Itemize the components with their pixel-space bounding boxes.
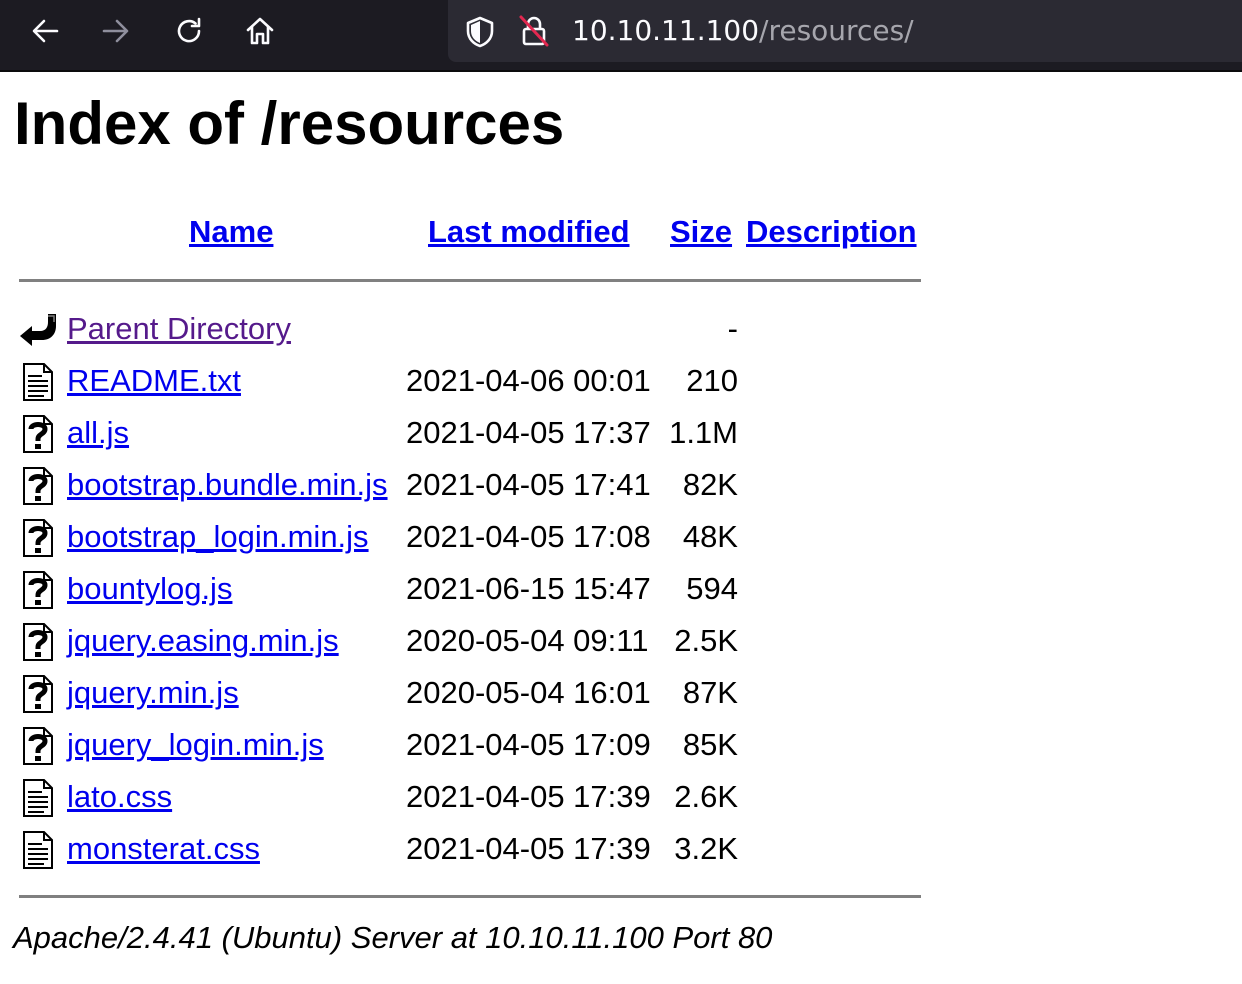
parent-directory-link[interactable]: Parent Directory — [67, 306, 291, 352]
text-file-icon — [23, 831, 53, 869]
sort-by-name-link[interactable]: Name — [189, 214, 273, 250]
file-link[interactable]: bootstrap.bundle.min.js — [67, 462, 388, 508]
file-size: 82K — [682, 467, 738, 502]
file-size: 87K — [682, 675, 738, 710]
file-row: bountylog.js 2021-06-15 15:47 594 — [0, 566, 760, 616]
url-text[interactable]: 10.10.11.100/resources/ — [572, 0, 914, 62]
file-size: 85K — [682, 727, 738, 762]
sort-by-last-modified-link[interactable]: Last modified — [428, 214, 630, 250]
file-link[interactable]: jquery.min.js — [67, 670, 239, 716]
text-file-icon — [23, 363, 53, 401]
footer-divider — [19, 895, 921, 898]
file-date: 2021-04-06 00:01 — [406, 363, 651, 398]
forward-arrow-icon — [102, 19, 129, 43]
file-date: 2021-06-15 15:47 — [406, 571, 651, 606]
unknown-file-icon — [23, 623, 53, 661]
back-arrow-icon — [32, 19, 59, 43]
file-row: bootstrap.bundle.min.js 2021-04-05 17:41 8… — [0, 462, 760, 512]
text-file-icon — [23, 779, 53, 817]
file-row: README.txt 2021-04-06 00:01 210 — [0, 358, 760, 408]
file-row: jquery.min.js 2020-05-04 16:01 87K — [0, 670, 760, 720]
sort-by-size-link[interactable]: Size — [670, 214, 732, 250]
file-date: 2021-04-05 17:09 — [406, 727, 651, 762]
file-size: 3.2K — [674, 831, 738, 866]
file-row: monsterat.css 2021-04-05 17:39 3.2K — [0, 826, 760, 876]
file-size: 2.5K — [674, 623, 738, 658]
file-date: 2020-05-04 09:11 — [406, 623, 649, 658]
file-row: jquery.easing.min.js 2020-05-04 09:11 2.5K — [0, 618, 760, 668]
file-date: 2021-04-05 17:08 — [406, 519, 651, 554]
file-link[interactable]: jquery.easing.min.js — [67, 618, 339, 664]
file-size: 210 — [686, 363, 738, 398]
file-size: 2.6K — [674, 779, 738, 814]
parent-directory-row: Parent Directory - — [0, 306, 760, 356]
sort-by-description-link[interactable]: Description — [746, 214, 917, 250]
file-date: 2020-05-04 16:01 — [406, 675, 651, 710]
reload-icon — [177, 17, 201, 43]
file-link[interactable]: README.txt — [67, 358, 241, 404]
home-icon — [246, 17, 274, 45]
file-row: lato.css 2021-04-05 17:39 2.6K — [0, 774, 760, 824]
file-row: all.js 2021-04-05 17:37 1.1M — [0, 410, 760, 460]
parent-size: - — [727, 311, 738, 346]
url-host: 10.10.11.100 — [572, 14, 760, 47]
file-size: 48K — [682, 519, 738, 554]
unknown-file-icon — [23, 727, 53, 765]
unknown-file-icon — [23, 571, 53, 609]
unknown-file-icon — [23, 415, 53, 453]
back-arrow-icon — [20, 314, 56, 346]
insecure-lock-icon[interactable] — [518, 14, 550, 48]
shield-icon[interactable] — [464, 15, 496, 49]
header-divider — [19, 279, 921, 282]
file-row: bootstrap_login.min.js 2021-04-05 17:08 48… — [0, 514, 760, 564]
file-link[interactable]: all.js — [67, 410, 129, 456]
file-link[interactable]: jquery_login.min.js — [67, 722, 324, 768]
file-date: 2021-04-05 17:39 — [406, 779, 651, 814]
file-size: 594 — [686, 571, 738, 606]
file-date: 2021-04-05 17:37 — [406, 415, 651, 450]
file-size: 1.1M — [669, 415, 738, 450]
file-link[interactable]: bountylog.js — [67, 566, 232, 612]
server-signature: Apache/2.4.41 (Ubuntu) Server at 10.10.1… — [13, 920, 773, 955]
url-bar[interactable]: 10.10.11.100/resources/ — [448, 0, 1242, 62]
file-row: jquery_login.min.js 2021-04-05 17:09 85K — [0, 722, 760, 772]
unknown-file-icon — [23, 519, 53, 557]
page-content: Index of /resources Name Last modified S… — [0, 72, 1242, 984]
back-button[interactable] — [27, 13, 63, 49]
file-link[interactable]: lato.css — [67, 774, 172, 820]
page-title: Index of /resources — [14, 90, 565, 157]
home-button[interactable] — [242, 13, 278, 49]
url-path: /resources/ — [759, 14, 914, 47]
browser-toolbar: 10.10.11.100/resources/ — [0, 0, 1242, 72]
file-link[interactable]: monsterat.css — [67, 826, 260, 872]
file-link[interactable]: bootstrap_login.min.js — [67, 514, 369, 560]
file-date: 2021-04-05 17:41 — [406, 467, 651, 502]
reload-button[interactable] — [171, 13, 207, 49]
unknown-file-icon — [23, 467, 53, 505]
unknown-file-icon — [23, 675, 53, 713]
file-date: 2021-04-05 17:39 — [406, 831, 651, 866]
forward-button[interactable] — [98, 13, 134, 49]
